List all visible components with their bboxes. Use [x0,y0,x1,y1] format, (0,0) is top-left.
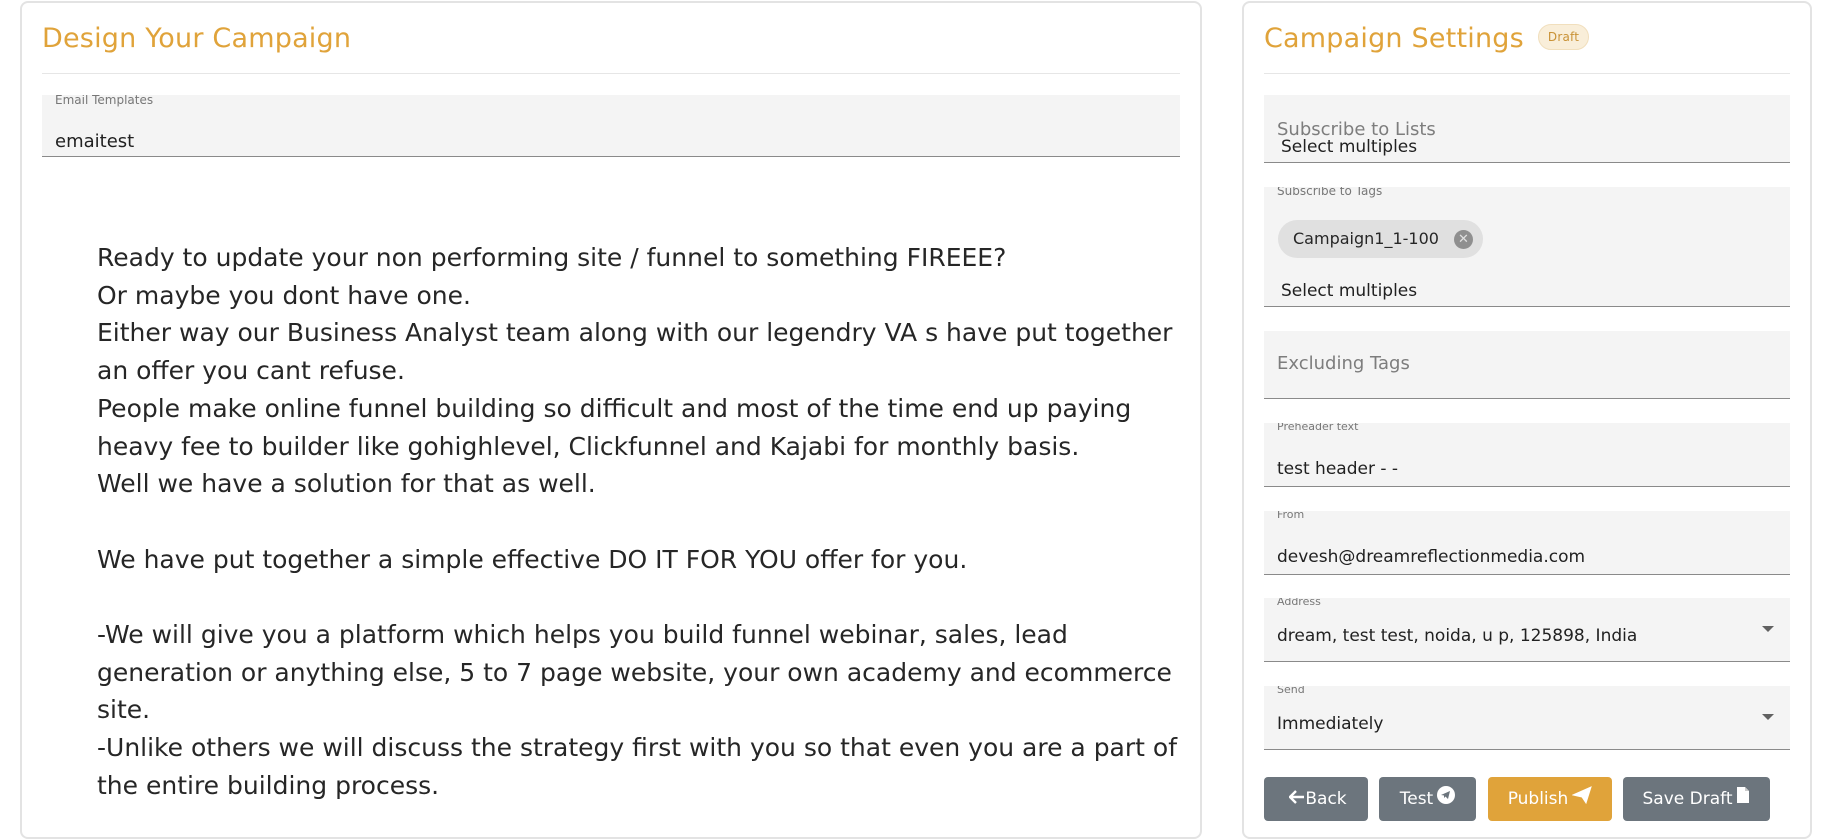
preheader-text-field[interactable]: Preheader text test header - - [1264,423,1790,487]
arrow-left-icon [1288,777,1305,821]
address-value: dream, test test, noida, u p, 125898, In… [1277,626,1638,646]
publish-button[interactable]: Publish [1488,777,1612,821]
remove-chip-icon[interactable]: ✕ [1453,230,1473,249]
save-draft-button[interactable]: Save Draft [1623,777,1770,821]
from-label: From [1277,511,1305,521]
subscribe-lists-select[interactable]: Subscribe to Lists Select multiples [1264,95,1790,163]
send-value: Immediately [1277,714,1384,734]
campaign-settings-panel: Campaign Settings Draft Subscribe to List… [1242,1,1812,839]
email-body-line: People make online funnel building so di… [97,393,1132,461]
excluding-tags-select[interactable]: Excluding Tags [1264,331,1790,399]
subscribe-lists-placeholder: Select multiples [1281,137,1418,157]
test-button[interactable]: Test [1379,777,1476,821]
preheader-label: Preheader text [1277,423,1359,433]
email-body-line: Either way our Business Analyst team alo… [97,318,1173,386]
from-email-field[interactable]: From devesh@dreamreflectionmedia.com [1264,511,1790,575]
email-body-line [97,578,1177,616]
publish-label: Publish [1507,789,1569,809]
chevron-down-icon[interactable] [1762,626,1774,632]
tag-chip[interactable]: Campaign1_1-100 ✕ [1278,220,1483,258]
email-body-line [97,503,1177,541]
test-label: Test [1399,789,1434,809]
email-body-line: Or maybe you dont have one. [97,280,471,310]
email-body-line: Well we have a solution for that as well… [97,469,596,499]
address-label: Address [1277,598,1321,608]
save-draft-label: Save Draft [1642,789,1733,809]
tag-chip-label: Campaign1_1-100 [1293,229,1439,248]
subscribe-tags-placeholder: Select multiples [1281,281,1418,301]
design-title: Design Your Campaign [42,23,352,54]
email-body-line: Ready to update your non performing site… [97,243,1007,272]
address-select[interactable]: Address dream, test test, noida, u p, 12… [1264,598,1790,662]
back-label: Back [1305,789,1347,809]
preheader-value: test header - - [1277,459,1399,479]
excluding-tags-label: Excluding Tags [1277,353,1410,374]
email-body-line: -Unlike others we will discuss the strat… [97,733,1178,800]
send-time-select[interactable]: Send Immediately [1264,686,1790,750]
email-template-value: emaitest [55,131,135,152]
email-body-line: We have put together a simple effective … [97,544,968,574]
paper-plane-icon [1571,777,1593,821]
send-label: Send [1277,686,1305,696]
subscribe-tags-label: Subscribe to Tags [1277,187,1383,198]
email-template-select[interactable]: Email Templates emaitest [42,95,1180,157]
draft-status-badge: Draft [1537,23,1590,50]
divider [1264,73,1790,74]
from-value: devesh@dreamreflectionmedia.com [1277,547,1586,567]
settings-title: Campaign Settings Draft [1264,23,1590,54]
email-body-line: -We will give you a platform which helps… [97,620,1172,725]
divider [42,73,1180,74]
subscribe-tags-select[interactable]: Subscribe to Tags Campaign1_1-100 ✕ Sele… [1264,187,1790,307]
telegram-icon [1437,777,1456,821]
design-campaign-panel: Design Your Campaign Email Templates ema… [20,1,1202,839]
email-template-label: Email Templates [55,95,154,107]
file-icon [1736,777,1750,821]
email-body-preview[interactable]: Ready to update your non performing site… [97,239,1177,805]
back-button[interactable]: Back [1264,777,1368,821]
chevron-down-icon[interactable] [1762,714,1774,720]
settings-title-text: Campaign Settings [1264,23,1524,54]
